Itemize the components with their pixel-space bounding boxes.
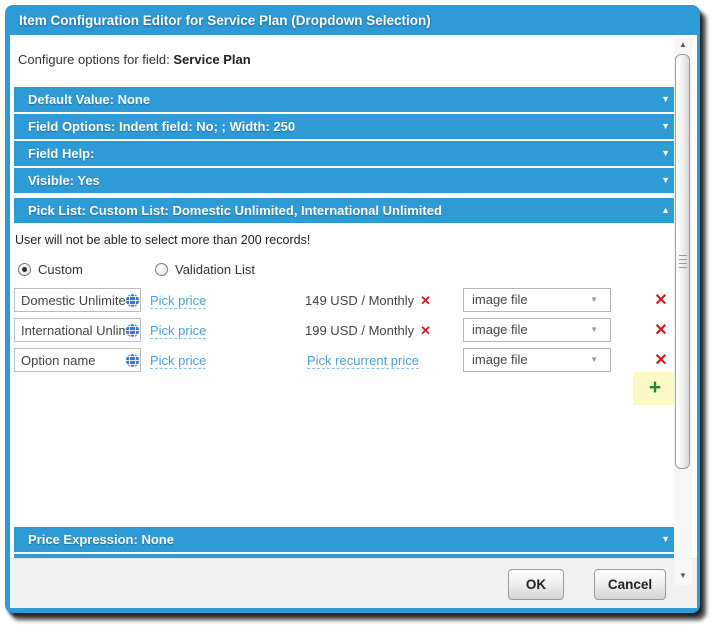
option-name-input[interactable] bbox=[14, 318, 141, 342]
clear-price-icon[interactable]: ✕ bbox=[420, 293, 431, 308]
scroll-up-icon[interactable]: ▲ bbox=[674, 38, 692, 52]
dropdown-value: image file bbox=[472, 322, 528, 337]
dialog-content-panel: Configure options for field: Service Pla… bbox=[10, 35, 697, 608]
section-label: Field Help: bbox=[28, 146, 94, 161]
price-text: 199 USD / Monthly bbox=[305, 323, 414, 338]
dialog-footer: OK Cancel bbox=[10, 558, 697, 608]
blank-space bbox=[10, 405, 697, 509]
pick-price-link[interactable]: Pick price bbox=[150, 323, 206, 339]
chevron-down-icon: ▼ bbox=[661, 527, 670, 552]
chevron-down-icon: ▼ bbox=[661, 168, 670, 193]
dropdown-arrow-icon: ▼ bbox=[590, 319, 598, 341]
add-option-button[interactable]: + bbox=[633, 372, 677, 405]
section-label: Visible: Yes bbox=[28, 173, 100, 188]
pick-price-link[interactable]: Pick price bbox=[150, 353, 206, 369]
globe-icon[interactable] bbox=[124, 292, 141, 309]
recurrent-price-value: 199 USD / Monthly ✕ bbox=[305, 323, 431, 339]
section-field-options[interactable]: Field Options: Indent field: No; ; Width… bbox=[14, 114, 678, 139]
section-default-value[interactable]: Default Value: None ▼ bbox=[14, 87, 678, 112]
delete-row-icon[interactable]: ✕ bbox=[651, 320, 671, 340]
dialog-body: Configure options for field: Service Pla… bbox=[10, 35, 697, 558]
delete-row-icon[interactable]: ✕ bbox=[651, 350, 671, 370]
record-limit-warning: User will not be able to select more tha… bbox=[15, 233, 697, 249]
scroll-down-icon[interactable]: ▼ bbox=[674, 569, 692, 583]
dropdown-value: image file bbox=[472, 352, 528, 367]
dialog-title: Item Configuration Editor for Service Pl… bbox=[5, 5, 700, 35]
chevron-down-icon: ▼ bbox=[661, 87, 670, 112]
scrollbar-grip-icon bbox=[679, 255, 687, 269]
section-label: Price Expression: None bbox=[28, 532, 174, 547]
intro-label: Configure options for field: bbox=[18, 52, 170, 67]
dropdown-arrow-icon: ▼ bbox=[590, 349, 598, 371]
section-label: Pick List: Custom List: Domestic Unlimit… bbox=[28, 203, 442, 218]
radio-validation-list[interactable]: Validation List bbox=[155, 262, 255, 277]
section-visible[interactable]: Visible: Yes ▼ bbox=[14, 168, 678, 193]
add-option-row: + bbox=[10, 372, 697, 405]
image-file-dropdown[interactable]: image file ▼ bbox=[463, 348, 611, 372]
vertical-scrollbar[interactable]: ▲ ▼ bbox=[674, 38, 692, 585]
cancel-button[interactable]: Cancel bbox=[594, 569, 666, 600]
pick-recurrent-price-link[interactable]: Pick recurrent price bbox=[307, 353, 419, 369]
section-price-expression[interactable]: Price Expression: None ▼ bbox=[14, 527, 678, 552]
image-file-dropdown[interactable]: image file ▼ bbox=[463, 288, 611, 312]
section-field-help[interactable]: Field Help: ▼ bbox=[14, 141, 678, 166]
intro-line: Configure options for field: Service Pla… bbox=[18, 52, 697, 69]
item-configuration-dialog: Item Configuration Editor for Service Pl… bbox=[5, 5, 700, 613]
radio-custom[interactable]: Custom bbox=[18, 262, 83, 277]
list-type-radio-group: Custom Validation List bbox=[10, 262, 697, 279]
option-name-input[interactable] bbox=[14, 288, 141, 312]
option-row: Pick price 149 USD / Monthly ✕ image file… bbox=[10, 288, 697, 318]
section-label: Field Options: Indent field: No; ; Width… bbox=[28, 119, 295, 134]
radio-validation-label: Validation List bbox=[175, 262, 255, 277]
price-text: 149 USD / Monthly bbox=[305, 293, 414, 308]
option-row: Pick price 199 USD / Monthly ✕ image file… bbox=[10, 318, 697, 348]
globe-icon[interactable] bbox=[124, 352, 141, 369]
field-name: Service Plan bbox=[173, 52, 250, 67]
chevron-down-icon: ▼ bbox=[661, 141, 670, 166]
recurrent-price-value: 149 USD / Monthly ✕ bbox=[305, 293, 431, 309]
radio-custom-label: Custom bbox=[38, 262, 83, 277]
radio-unselected-icon bbox=[155, 263, 168, 276]
globe-icon[interactable] bbox=[124, 322, 141, 339]
clear-price-icon[interactable]: ✕ bbox=[420, 323, 431, 338]
radio-selected-icon bbox=[18, 263, 31, 276]
option-name-input[interactable] bbox=[14, 348, 141, 372]
chevron-up-icon: ▲ bbox=[661, 198, 670, 223]
scrollbar-thumb[interactable] bbox=[675, 54, 690, 469]
section-label: Default Value: None bbox=[28, 92, 150, 107]
ok-button[interactable]: OK bbox=[508, 569, 564, 600]
image-file-dropdown[interactable]: image file ▼ bbox=[463, 318, 611, 342]
delete-row-icon[interactable]: ✕ bbox=[651, 290, 671, 310]
section-pick-list[interactable]: Pick List: Custom List: Domestic Unlimit… bbox=[14, 198, 678, 223]
chevron-down-icon: ▼ bbox=[661, 114, 670, 139]
dropdown-value: image file bbox=[472, 292, 528, 307]
dropdown-arrow-icon: ▼ bbox=[590, 289, 598, 311]
pick-price-link[interactable]: Pick price bbox=[150, 293, 206, 309]
